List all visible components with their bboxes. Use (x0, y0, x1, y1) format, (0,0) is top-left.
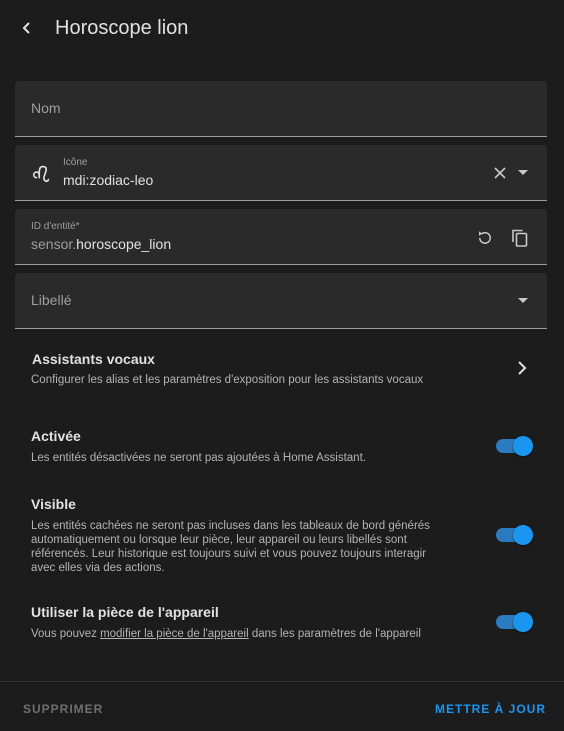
use-device-area-toggle[interactable] (496, 612, 533, 632)
chevron-left-icon (22, 22, 30, 34)
visible-title: Visible (31, 496, 76, 512)
area-description-before: Vous pouvez (31, 628, 101, 640)
name-field-placeholder: Nom (31, 100, 61, 116)
footer-divider (0, 681, 564, 682)
visible-description: Les entités cachées ne seront pas inclus… (31, 519, 501, 575)
content-copy-icon[interactable] (509, 227, 531, 249)
enabled-description: Les entités désactivées ne seront pas aj… (31, 452, 366, 464)
close-icon[interactable] (491, 164, 509, 182)
entity-settings-dialog: Horoscope lion Nom Icône mdi:zodiac-leo … (0, 0, 564, 731)
visible-description-line: référencés. Leur historique est toujours… (31, 548, 427, 560)
voice-assistants-row[interactable]: Assistants vocaux Configurer les alias e… (15, 345, 547, 397)
menu-down-icon (514, 292, 532, 310)
restore-icon[interactable] (474, 227, 496, 249)
use-device-area-row: Utiliser la pièce de l'appareil Vous pou… (15, 598, 547, 648)
enabled-title: Activée (31, 428, 81, 444)
visible-description-line: Les entités cachées ne seront pas inclus… (31, 520, 430, 532)
entity-id-domain: sensor. (31, 236, 77, 252)
update-button[interactable]: METTRE À JOUR (435, 702, 546, 716)
chevron-right-icon (513, 359, 531, 377)
visible-toggle[interactable] (496, 525, 533, 545)
name-field[interactable]: Nom (15, 81, 547, 137)
entity-id-object: horoscope_lion (76, 236, 172, 252)
labels-field[interactable]: Libellé (15, 273, 547, 329)
modify-area-link[interactable]: modifier la pièce de l'appareil (100, 628, 249, 640)
use-device-area-title: Utiliser la pièce de l'appareil (31, 604, 219, 620)
labels-field-placeholder: Libellé (31, 292, 72, 308)
dialog-title: Horoscope lion (55, 17, 189, 39)
enabled-toggle[interactable] (496, 436, 533, 456)
entity-id-field[interactable]: ID d'entité* sensor.horoscope_lion (15, 209, 547, 265)
visible-row: Visible Les entités cachées ne seront pa… (15, 490, 547, 580)
menu-down-icon[interactable] (514, 164, 532, 182)
icon-field-label: Icône (63, 157, 88, 168)
voice-assistants-description: Configurer les alias et les paramètres d… (31, 374, 424, 386)
entity-id-value: sensor.horoscope_lion (31, 236, 171, 252)
enabled-row: Activée Les entités désactivées ne seron… (15, 422, 547, 472)
dialog-header: Horoscope lion (0, 0, 564, 56)
visible-description-line: avec elles via des actions. (31, 562, 165, 574)
entity-id-label: ID d'entité* (31, 221, 80, 232)
back-button[interactable] (14, 15, 40, 41)
zodiac-leo-icon (29, 160, 55, 186)
visible-description-line: automatiquement ou lorsque leur pièce, l… (31, 534, 407, 546)
toggle-knob (513, 525, 533, 545)
voice-assistants-title: Assistants vocaux (32, 351, 155, 367)
toggle-knob (513, 612, 533, 632)
delete-button[interactable]: SUPPRIMER (23, 702, 103, 716)
area-description-after: dans les paramètres de l'appareil (248, 628, 421, 640)
icon-field-value: mdi:zodiac-leo (63, 172, 154, 188)
toggle-knob (513, 436, 533, 456)
use-device-area-description: Vous pouvez modifier la pièce de l'appar… (31, 627, 421, 641)
icon-picker-field[interactable]: Icône mdi:zodiac-leo (15, 145, 547, 201)
